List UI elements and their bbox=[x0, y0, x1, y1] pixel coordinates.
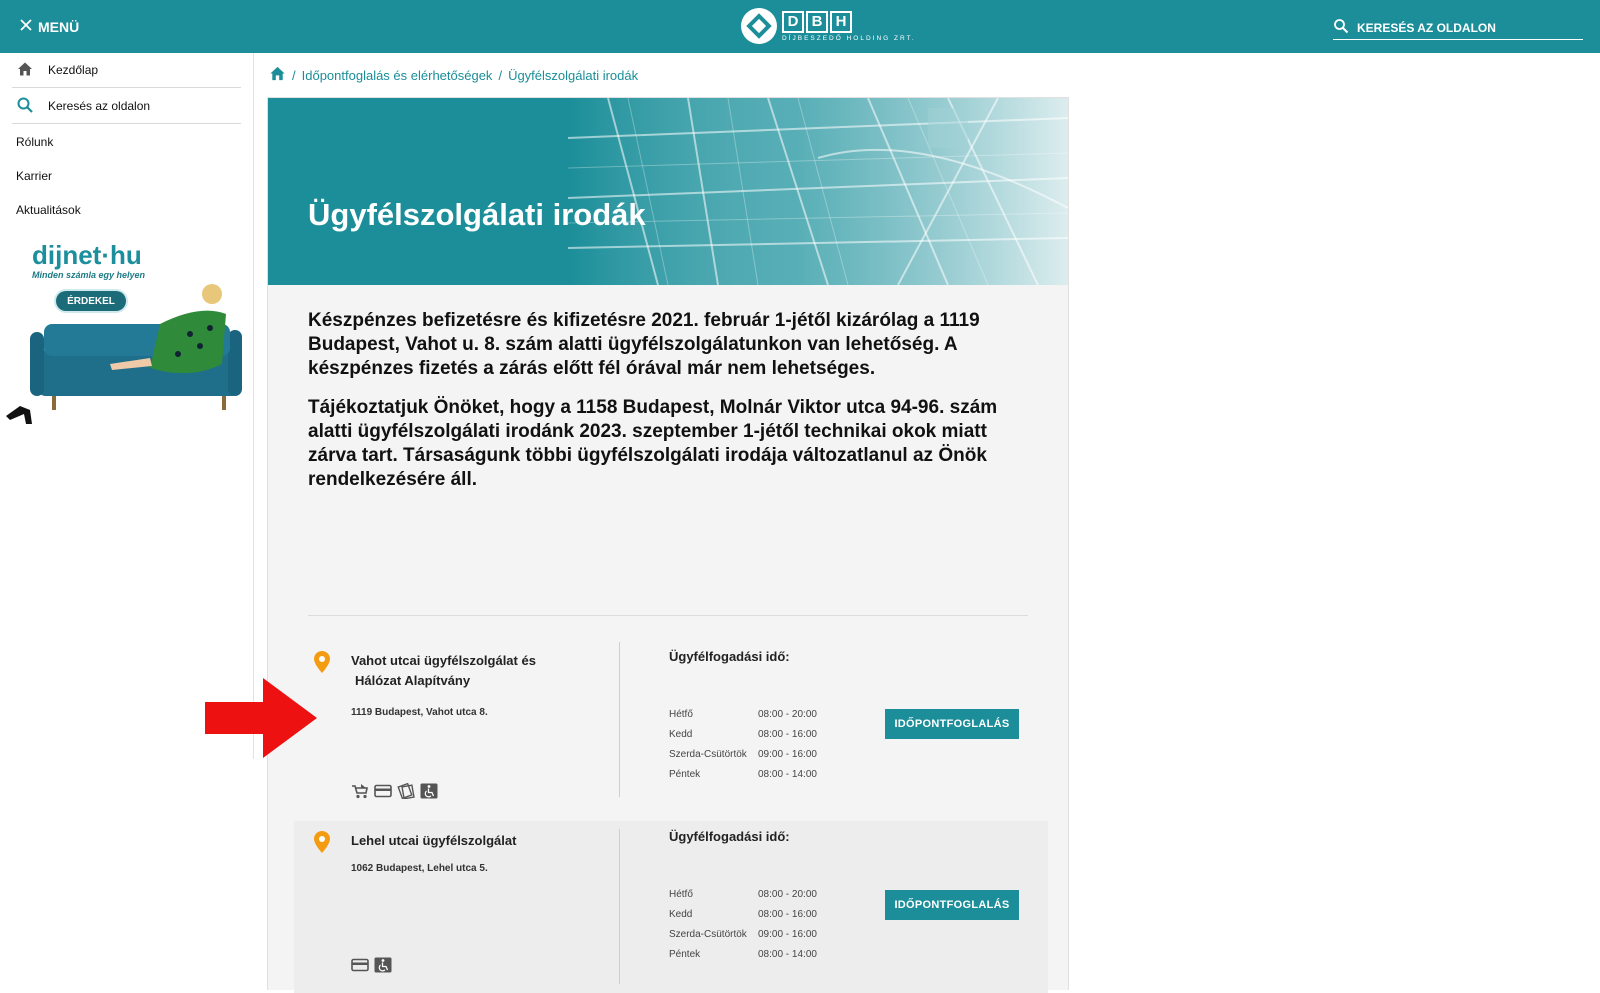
hero-banner: Ügyfélszolgálati irodák bbox=[268, 98, 1068, 285]
hours-day: Kedd bbox=[669, 909, 693, 920]
amenity-icons bbox=[351, 957, 392, 973]
money-icon bbox=[397, 783, 415, 799]
menu-button[interactable]: MENÜ bbox=[18, 17, 79, 36]
dijnet-ad-banner[interactable]: dijnet·hu Minden számla egy helyen ÉRDEK… bbox=[0, 236, 250, 432]
main-card: Ügyfélszolgálati irodák Készpénzes befiz… bbox=[267, 97, 1069, 993]
card-icon bbox=[351, 957, 369, 973]
page-title: Ügyfélszolgálati irodák bbox=[308, 197, 646, 232]
booking-button[interactable]: IDŐPONTFOGLALÁS bbox=[885, 709, 1019, 739]
sidebar-item-label: Kezdőlap bbox=[48, 63, 99, 77]
hours-row: Szerda-Csütörtök 09:00 - 16:00 bbox=[669, 749, 817, 760]
breadcrumb-current: Ügyfélszolgálati irodák bbox=[508, 67, 639, 83]
location-pin-icon bbox=[314, 831, 330, 853]
hours-time: 08:00 - 14:00 bbox=[758, 949, 817, 960]
hours-title: Ügyfélfogadási idő: bbox=[669, 829, 790, 844]
stroller-icon bbox=[351, 783, 369, 799]
dbh-logo[interactable]: D B H DÍJBESZEDŐ HOLDING ZRT. bbox=[740, 7, 916, 45]
office-address: 1119 Budapest, Vahot utca 8. bbox=[351, 707, 488, 718]
sidebar-item-rolunk[interactable]: Rólunk bbox=[12, 125, 241, 159]
hours-day: Péntek bbox=[669, 769, 701, 780]
home-icon[interactable] bbox=[269, 65, 286, 85]
office-closure-notice: Tájékoztatjuk Önöket, hogy a 1158 Budape… bbox=[308, 397, 998, 490]
sidebar-item-karrier[interactable]: Karrier bbox=[12, 159, 241, 193]
office-name: Vahot utcai ügyfélszolgálat és Hálózat A… bbox=[351, 651, 536, 691]
hours-day: Hétfő bbox=[669, 889, 693, 900]
hours-time: 08:00 - 20:00 bbox=[758, 709, 817, 720]
hours-row: Péntek 08:00 - 14:00 bbox=[669, 949, 817, 960]
sidebar-item-label: Rólunk bbox=[16, 135, 54, 149]
office-name-line1: Vahot utcai ügyfélszolgálat és bbox=[351, 653, 536, 668]
amenity-icons bbox=[351, 783, 438, 799]
divider bbox=[308, 615, 1028, 616]
erdekel-button[interactable]: ÉRDEKEL bbox=[56, 291, 126, 311]
wheelchair-icon bbox=[374, 957, 392, 973]
home-icon bbox=[16, 60, 34, 81]
hours-time: 08:00 - 16:00 bbox=[758, 729, 817, 740]
hours-time: 08:00 - 14:00 bbox=[758, 769, 817, 780]
cash-payment-notice: Készpénzes befizetésre és kifizetésre 20… bbox=[308, 310, 980, 379]
hours-time: 09:00 - 16:00 bbox=[758, 929, 817, 940]
hours-time: 09:00 - 16:00 bbox=[758, 749, 817, 760]
hours-row: Péntek 08:00 - 14:00 bbox=[669, 769, 817, 780]
hours-time: 08:00 - 16:00 bbox=[758, 909, 817, 920]
office-divider bbox=[619, 829, 620, 984]
search-icon bbox=[1333, 18, 1349, 37]
breadcrumb-link-idopontfoglalas[interactable]: Időpontfoglalás és elérhetőségek bbox=[302, 68, 493, 83]
breadcrumb-separator: / bbox=[292, 67, 296, 83]
menu-label: MENÜ bbox=[38, 18, 80, 35]
logo-letter-b: B bbox=[806, 10, 828, 33]
office-name: Lehel utcai ügyfélszolgálat bbox=[351, 833, 517, 848]
hours-day: Péntek bbox=[669, 949, 701, 960]
logo-letter-d: D bbox=[782, 10, 804, 33]
office-card-vahot: Vahot utcai ügyfélszolgálat és Hálózat A… bbox=[294, 637, 1048, 817]
sidebar-item-home[interactable]: Kezdőlap bbox=[12, 53, 241, 88]
dijnet-logo: dijnet·hu bbox=[32, 240, 142, 270]
hours-row: Hétfő 08:00 - 20:00 bbox=[669, 889, 817, 900]
top-search-field[interactable]: KERESÉS AZ OLDALON bbox=[1333, 16, 1583, 40]
hours-day: Szerda-Csütörtök bbox=[669, 749, 747, 760]
wheelchair-icon bbox=[420, 783, 438, 799]
city-map-background bbox=[568, 98, 1068, 285]
office-address: 1062 Budapest, Lehel utca 5. bbox=[351, 863, 488, 874]
office-card-lehel: Lehel utcai ügyfélszolgálat 1062 Budapes… bbox=[294, 821, 1048, 993]
search-icon bbox=[16, 96, 34, 117]
office-name-line2: Hálózat Alapítvány bbox=[355, 673, 471, 688]
sofa-illustration bbox=[6, 284, 242, 424]
hours-title: Ügyfélfogadási idő: bbox=[669, 649, 790, 664]
sidebar-item-label: Keresés az oldalon bbox=[48, 99, 151, 113]
breadcrumb-separator: / bbox=[498, 67, 503, 83]
hours-day: Kedd bbox=[669, 729, 693, 740]
hours-row: Kedd 08:00 - 16:00 bbox=[669, 729, 817, 740]
dbh-logo-mark-icon bbox=[741, 8, 777, 44]
hours-day: Hétfő bbox=[669, 709, 693, 720]
hours-row: Kedd 08:00 - 16:00 bbox=[669, 909, 817, 920]
dijnet-tagline: Minden számla egy helyen bbox=[32, 270, 146, 280]
office-divider bbox=[619, 642, 620, 797]
location-pin-icon bbox=[314, 651, 330, 673]
close-icon bbox=[18, 17, 34, 36]
sidebar-item-aktualitasok[interactable]: Aktualitások bbox=[12, 193, 241, 227]
booking-button[interactable]: IDŐPONTFOGLALÁS bbox=[885, 890, 1019, 920]
breadcrumb: / Időpontfoglalás és elérhetőségek / Ügy… bbox=[269, 65, 638, 85]
top-search-label: KERESÉS AZ OLDALON bbox=[1357, 20, 1496, 35]
hours-day: Szerda-Csütörtök bbox=[669, 929, 747, 940]
sidebar-item-label: Karrier bbox=[16, 169, 53, 183]
sidebar-item-search[interactable]: Keresés az oldalon bbox=[12, 89, 241, 124]
top-bar: MENÜ D B H DÍJBESZEDŐ HOLDING ZRT. KERES… bbox=[0, 0, 1600, 53]
hours-row: Hétfő 08:00 - 20:00 bbox=[669, 709, 817, 720]
sidebar: Kezdőlap Keresés az oldalon Rólunk Karri… bbox=[0, 53, 254, 759]
red-arrow-annotation-icon bbox=[205, 678, 317, 758]
hours-row: Szerda-Csütörtök 09:00 - 16:00 bbox=[669, 929, 817, 940]
logo-subtitle: DÍJBESZEDŐ HOLDING ZRT. bbox=[782, 34, 916, 42]
logo-letter-h: H bbox=[830, 10, 852, 33]
card-icon bbox=[374, 783, 392, 799]
hours-time: 08:00 - 20:00 bbox=[758, 889, 817, 900]
sidebar-item-label: Aktualitások bbox=[16, 203, 81, 217]
